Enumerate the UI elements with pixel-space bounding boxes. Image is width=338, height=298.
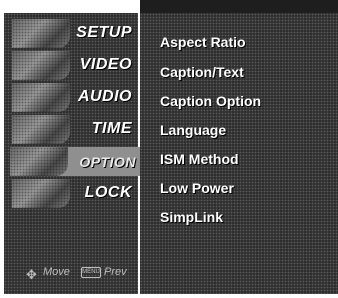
menu-item-setup[interactable]: SETUP xyxy=(12,19,138,48)
menu-key-icon: MENU xyxy=(80,266,101,278)
footer-hints: ✥ Move MENU Prev xyxy=(26,266,135,283)
time-thumbnail-icon xyxy=(12,115,70,144)
main-menu-sidebar: SETUP VIDEO AUDIO TIME OPTION › LOCK xyxy=(4,13,143,294)
menu-item-time[interactable]: TIME xyxy=(12,115,138,144)
option-language[interactable]: Language xyxy=(160,122,226,138)
menu-item-audio[interactable]: AUDIO xyxy=(12,83,138,112)
option-aspect-ratio[interactable]: Aspect Ratio xyxy=(160,34,246,50)
option-thumbnail-icon xyxy=(10,147,68,176)
move-label: Move xyxy=(43,266,70,278)
option-low-power[interactable]: Low Power xyxy=(160,180,234,196)
option-simplink[interactable]: SimpLink xyxy=(160,209,223,225)
lock-thumbnail-icon xyxy=(12,179,70,208)
menu-item-label: VIDEO xyxy=(79,56,132,73)
prev-hint: MENU Prev xyxy=(80,266,127,278)
prev-label: Prev xyxy=(103,266,127,278)
menu-item-option[interactable]: OPTION › xyxy=(10,147,143,176)
menu-item-label: SETUP xyxy=(76,24,132,41)
audio-thumbnail-icon xyxy=(12,83,70,112)
video-thumbnail-icon xyxy=(12,51,70,80)
option-submenu-panel: Aspect Ratio Caption/Text Caption Option… xyxy=(140,13,338,294)
navigation-dpad-icon: ✥ xyxy=(26,267,37,283)
option-ism-method[interactable]: ISM Method xyxy=(160,151,239,167)
menu-item-lock[interactable]: LOCK xyxy=(12,179,138,208)
menu-item-label: TIME xyxy=(91,120,132,137)
menu-item-label: AUDIO xyxy=(77,88,132,105)
menu-item-label: OPTION xyxy=(79,154,136,170)
setup-thumbnail-icon xyxy=(12,19,70,48)
option-caption-text[interactable]: Caption/Text xyxy=(160,64,244,80)
menu-item-video[interactable]: VIDEO xyxy=(12,51,138,80)
tv-menu-screen: SETUP VIDEO AUDIO TIME OPTION › LOCK Asp… xyxy=(0,0,338,298)
move-hint: ✥ Move xyxy=(26,266,70,283)
option-caption-option[interactable]: Caption Option xyxy=(160,93,261,109)
menu-item-label: LOCK xyxy=(84,184,132,201)
top-bar xyxy=(140,0,338,13)
